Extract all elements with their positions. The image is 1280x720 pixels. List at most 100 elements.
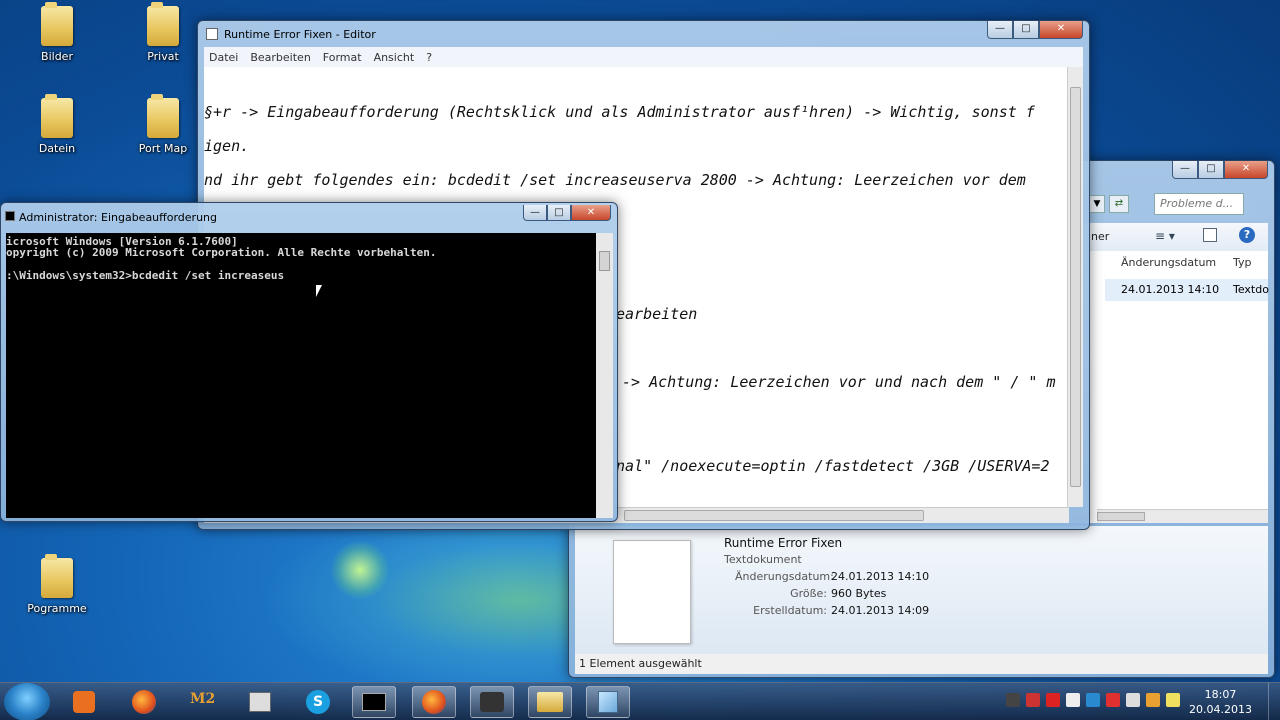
taskbar-notepad[interactable] [586,686,630,718]
desktop-icon-label: Privat [147,50,179,63]
search-input[interactable]: Probleme d... [1154,193,1244,215]
editor-line: earbeiten [616,305,698,323]
menu-help[interactable]: ? [426,51,432,64]
status-bar: 1 Element ausgewählt [575,654,1268,674]
editor-line: nd ihr gebt folgendes ein: bcdedit /set … [204,171,1026,189]
close-button[interactable]: ✕ [1039,21,1083,39]
tray-icon[interactable] [1046,693,1060,707]
minimize-button[interactable]: — [987,21,1013,39]
skype-icon: S [306,690,330,714]
console-screen[interactable]: icrosoft Windows [Version 6.1.7600] opyr… [6,233,596,518]
app-window-icon [249,692,271,712]
details-size-value: 960 Bytes [831,587,887,600]
tray-icon[interactable] [1026,693,1040,707]
taskbar-skype[interactable]: S [296,686,340,718]
details-pane: Runtime Error Fixen Textdokument Änderun… [575,526,1268,654]
help-icon[interactable]: ? [1239,227,1255,243]
clock-date: 20.04.2013 [1189,703,1252,716]
editor-line: nal" /noexecute=optin /fastdetect /3GB /… [616,457,1050,475]
desktop-icon-label: Pogramme [27,602,87,615]
desktop-icon-label: Bilder [41,50,73,63]
volume-icon[interactable] [1126,693,1140,707]
taskbar-firefox-2[interactable] [412,686,456,718]
tray-icon[interactable] [1146,693,1160,707]
folder-icon [41,94,73,138]
taskbar-hypercam[interactable] [470,686,514,718]
taskbar-app-m2[interactable]: M2 [180,686,224,718]
view-options-icon[interactable]: ≡ ▾ [1155,229,1175,243]
details-created-value: 24.01.2013 14:09 [831,604,930,617]
maximize-button[interactable]: □ [1198,161,1224,179]
column-header-date[interactable]: Änderungsdatum [1121,251,1216,275]
editor-line: §+r -> Eingabeaufforderung (Rechtsklick … [204,103,1035,121]
maximize-button[interactable]: □ [547,205,571,221]
menu-datei[interactable]: Datei [209,51,238,64]
details-filename: Runtime Error Fixen [724,536,843,550]
taskbar-app-window[interactable] [238,686,282,718]
console-vscroll[interactable] [596,233,613,518]
text-document-icon [613,540,691,644]
media-player-icon [73,691,95,713]
wallpaper-spark [330,540,390,600]
refresh-icon[interactable]: ⇄ [1109,195,1129,213]
console-line: opyright (c) 2009 Microsoft Corporation.… [6,246,437,259]
explorer-hscroll-thumb[interactable] [1097,512,1145,521]
folder-icon [147,2,179,46]
menu-format[interactable]: Format [323,51,362,64]
details-changed-value: 24.01.2013 14:10 [831,570,930,583]
taskbar: M2 S 18:07 20.04.2013 [0,682,1280,720]
desktop-icon-bilder[interactable]: Bilder [17,2,97,63]
editor-vscroll[interactable] [1067,67,1083,507]
taskbar-clock[interactable]: 18:07 20.04.2013 [1189,687,1252,717]
folder-icon [537,692,563,712]
explorer-caption-buttons: — □ ✕ [1172,161,1268,179]
details-created-label: Erstelldatum: [753,604,827,617]
tray-icon[interactable] [1086,693,1100,707]
desktop-icon-privat[interactable]: Privat [123,2,203,63]
file-row[interactable]: 24.01.2013 14:10 Textdo [1105,279,1269,301]
minimize-button[interactable]: — [523,205,547,221]
taskbar-firefox[interactable] [122,686,166,718]
command-bar-text: ner [1091,230,1110,243]
close-button[interactable]: ✕ [1224,161,1268,179]
menu-ansicht[interactable]: Ansicht [374,51,415,64]
tray-icon[interactable] [1006,693,1020,707]
tray-icon[interactable] [1166,693,1180,707]
editor-hscroll-thumb[interactable] [624,510,924,521]
editor-vscroll-thumb[interactable] [1070,87,1081,487]
desktop-icon-pogramme[interactable]: Pogramme [17,554,97,615]
desktop-icon-datein[interactable]: Datein [17,94,97,155]
cmd-icon [5,211,15,221]
editor-title: Runtime Error Fixen - Editor [224,28,376,41]
editor-caption-buttons: — □ ✕ [987,21,1083,39]
editor-line: igen. [204,137,250,155]
console-vscroll-thumb[interactable] [599,251,610,271]
editor-menubar: Datei Bearbeiten Format Ansicht ? [204,47,1083,67]
console-window[interactable]: Administrator: Eingabeaufforderung — □ ✕… [0,202,618,522]
start-button[interactable] [4,683,50,720]
preview-pane-icon[interactable] [1203,228,1217,242]
file-row-type: Textdo [1233,283,1269,296]
tray-icon[interactable] [1106,693,1120,707]
minimize-button[interactable]: — [1172,161,1198,179]
editor-line: -> Achtung: Leerzeichen vor und nach dem… [622,373,1056,391]
desktop-icon-port-map[interactable]: Port Map [123,94,203,155]
menu-bearbeiten[interactable]: Bearbeiten [250,51,310,64]
details-size-label: Größe: [790,587,827,600]
maximize-button[interactable]: □ [1013,21,1039,39]
file-row-date: 24.01.2013 14:10 [1121,283,1220,296]
show-desktop-button[interactable] [1268,683,1280,720]
explorer-hscroll[interactable] [1097,509,1268,523]
cmd-icon [362,693,386,711]
tray-icon[interactable] [1066,693,1080,707]
firefox-icon [132,690,156,714]
address-dropdown-icon[interactable]: ▼ [1089,195,1105,213]
console-line: :\Windows\system32>bcdedit /set increase… [6,269,285,282]
close-button[interactable]: ✕ [571,205,611,221]
taskbar-explorer[interactable] [528,686,572,718]
firefox-icon [422,690,446,714]
taskbar-media-player[interactable] [62,686,106,718]
column-header-type[interactable]: Typ [1233,251,1252,275]
hypercam-icon [480,692,504,712]
taskbar-cmd[interactable] [352,686,396,718]
